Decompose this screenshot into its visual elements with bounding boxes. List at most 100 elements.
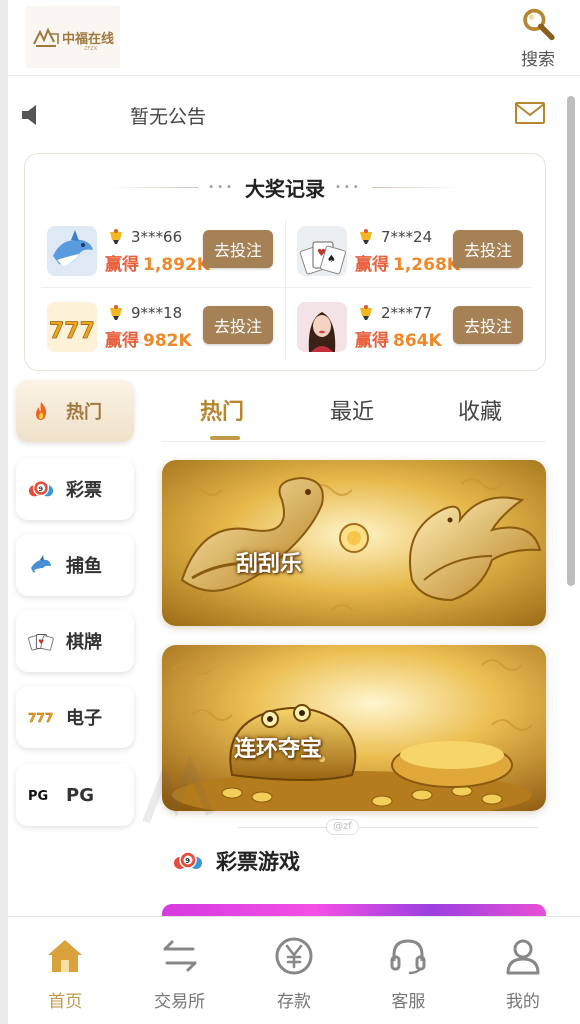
nav-home[interactable]: 首页: [8, 917, 122, 1024]
win-amount-row: 赢得 864K: [355, 326, 442, 351]
jackpot-record: ♥ ♠ 7***24 赢得 1,268K 去投注: [297, 222, 547, 286]
win-amount-row: 赢得 1,268K: [355, 250, 460, 275]
title-dots-left: •••: [208, 181, 235, 193]
jackpot-record: 2***77 赢得 864K 去投注: [297, 298, 547, 362]
svg-text:9: 9: [38, 485, 43, 493]
category-label: PG: [66, 784, 94, 806]
win-prefix: 赢得: [105, 331, 139, 351]
shark-fishing-icon: [47, 226, 97, 276]
category-lottery[interactable]: 9 彩票: [16, 458, 134, 520]
nav-deposit[interactable]: 存款: [237, 917, 351, 1024]
flame-icon: [28, 400, 54, 422]
trophy-icon: [360, 229, 372, 244]
slot-777-icon: 777: [47, 302, 97, 352]
game-card-scratch[interactable]: 刮刮乐: [162, 460, 546, 626]
title-divider-right: [371, 186, 460, 188]
tab-hot[interactable]: 热门: [200, 394, 244, 426]
search-icon: [523, 8, 555, 41]
pg-logo-icon: PG: [28, 784, 54, 806]
nav-label: 首页: [48, 992, 83, 1012]
win-user-row: 9***18: [107, 304, 182, 322]
bet-button[interactable]: 去投注: [453, 230, 523, 268]
win-username: 7***24: [381, 228, 433, 246]
category-fishing[interactable]: 捕鱼: [16, 534, 134, 596]
svg-text:♠: ♠: [327, 254, 336, 265]
svg-text:9: 9: [185, 857, 190, 865]
category-cards[interactable]: ♥ 棋牌: [16, 610, 134, 672]
win-amount-row: 赢得 982K: [105, 326, 192, 351]
playing-cards-icon: ♥ ♠: [297, 226, 347, 276]
section-title: 彩票游戏: [216, 850, 300, 874]
svg-text:777: 777: [28, 711, 53, 725]
home-icon: [48, 940, 83, 972]
shark-icon: [28, 554, 54, 576]
tab-recent[interactable]: 最近: [330, 394, 374, 426]
lottery-ball-icon: 9: [174, 851, 202, 869]
svg-text:♥: ♥: [38, 638, 44, 646]
slot-777-icon: 777: [28, 706, 54, 728]
category-label: 热门: [66, 402, 102, 423]
title-divider-left: [110, 186, 199, 188]
logo-mark-icon: [33, 27, 59, 47]
lottery-section-header: 9 彩票游戏: [172, 846, 300, 876]
nav-label: 我的: [505, 992, 540, 1012]
win-prefix: 赢得: [105, 255, 139, 275]
nav-exchange[interactable]: 交易所: [122, 917, 236, 1024]
win-amount-row: 赢得 1,892K: [105, 250, 210, 275]
lottery-ball-icon: 9: [28, 478, 54, 500]
game-tabs: 热门 最近 收藏: [162, 388, 546, 442]
watermark-text: @zf: [326, 819, 359, 835]
jackpot-records-card: ••• 大奖记录 ••• 3***66 赢得 1,892K 去投注 ♥ ♠ 7*…: [24, 153, 546, 371]
category-label: 捕鱼: [66, 556, 102, 577]
scrollbar-thumb[interactable]: [567, 96, 575, 586]
svg-text:777: 777: [49, 319, 95, 344]
svg-text:PG: PG: [28, 789, 48, 804]
title-dots-right: •••: [335, 181, 362, 193]
nav-profile[interactable]: 我的: [466, 917, 580, 1024]
bottom-nav: 首页 交易所 存款 客服 我的: [8, 916, 580, 1024]
tab-favorites[interactable]: 收藏: [458, 394, 502, 426]
svg-text:♥: ♥: [317, 248, 326, 259]
category-slots[interactable]: 777 电子: [16, 686, 134, 748]
search-button[interactable]: 搜索: [514, 6, 562, 70]
nav-label: 客服: [391, 992, 426, 1012]
cards-icon: ♥: [28, 630, 54, 652]
search-label: 搜索: [521, 50, 555, 70]
jackpot-title-row: ••• 大奖记录 •••: [25, 172, 545, 202]
win-user-row: 2***77: [357, 304, 432, 322]
grid-divider-horizontal: [41, 287, 531, 288]
nav-label: 存款: [277, 992, 312, 1012]
category-hot[interactable]: 热门: [16, 380, 134, 442]
trophy-icon: [360, 305, 372, 320]
trophy-icon: [110, 229, 122, 244]
win-user-row: 7***24: [357, 228, 432, 246]
win-amount: 1,268K: [393, 255, 460, 275]
nav-support[interactable]: 客服: [351, 917, 465, 1024]
app-logo[interactable]: 中福在线 ZFZX: [26, 6, 120, 68]
game-title: 连环夺宝: [234, 737, 323, 762]
win-username: 2***77: [381, 304, 433, 322]
dragon-phoenix-artwork: [162, 460, 546, 626]
logo-text: 中福在线: [61, 31, 114, 47]
live-dealer-avatar: [297, 302, 347, 352]
category-label: 电子: [66, 708, 102, 729]
watermark-logo: [142, 754, 214, 824]
trophy-icon: [110, 305, 122, 320]
tab-active-indicator: [210, 436, 240, 440]
category-pg[interactable]: PG PG: [16, 764, 134, 826]
watermark-divider: [238, 827, 538, 828]
bet-button[interactable]: 去投注: [203, 230, 273, 268]
jackpot-record: 3***66 赢得 1,892K 去投注: [47, 222, 297, 286]
win-username: 3***66: [131, 228, 183, 246]
notice-bar: 暂无公告: [20, 96, 548, 136]
left-edge-rail: [0, 0, 8, 1024]
win-amount: 982K: [143, 331, 192, 351]
win-username: 9***18: [131, 304, 183, 322]
speaker-icon: [22, 105, 36, 125]
game-title: 刮刮乐: [236, 552, 303, 577]
category-label: 棋牌: [66, 632, 102, 653]
mail-icon[interactable]: [514, 100, 546, 126]
logo-subtext: ZFZX: [84, 46, 98, 52]
bet-button[interactable]: 去投注: [453, 306, 523, 344]
bet-button[interactable]: 去投注: [203, 306, 273, 344]
